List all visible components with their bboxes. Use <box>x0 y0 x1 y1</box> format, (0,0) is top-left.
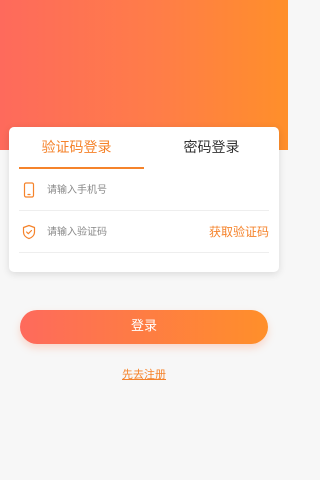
tab-password-login[interactable]: 密码登录 <box>144 127 279 169</box>
verification-code-input[interactable] <box>47 222 197 242</box>
phone-row <box>19 169 269 211</box>
phone-input[interactable] <box>47 180 197 200</box>
shield-check-icon <box>21 224 37 240</box>
register-link[interactable]: 先去注册 <box>0 366 288 382</box>
code-row: 获取验证码 <box>19 211 269 253</box>
tab-sms-login[interactable]: 验证码登录 <box>9 127 144 169</box>
login-button[interactable]: 登录 <box>20 310 268 344</box>
get-code-button[interactable]: 获取验证码 <box>209 211 269 253</box>
login-card: 验证码登录 密码登录 获取验证码 <box>9 127 279 272</box>
login-tabs: 验证码登录 密码登录 <box>9 127 279 169</box>
phone-icon <box>21 182 37 198</box>
